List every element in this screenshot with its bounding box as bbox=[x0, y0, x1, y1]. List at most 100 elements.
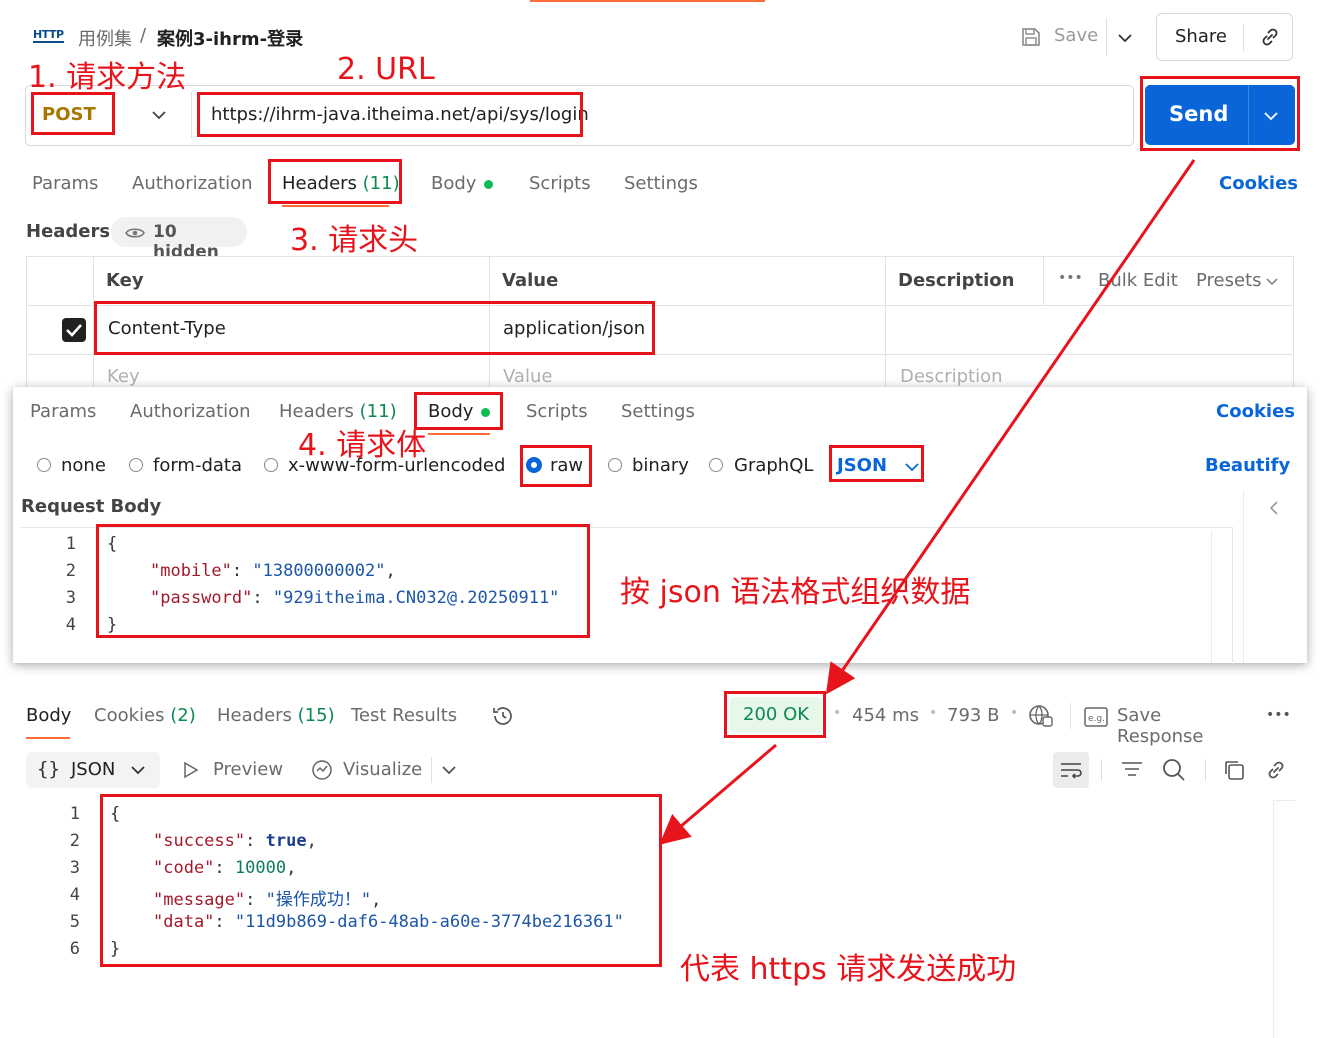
send-label: Send bbox=[1169, 102, 1229, 126]
radio-none-label: none bbox=[61, 455, 106, 476]
active-tab-underline bbox=[282, 205, 389, 207]
resp-tab-test-results[interactable]: Test Results bbox=[351, 705, 457, 726]
response-format-select[interactable]: {} JSON bbox=[26, 752, 160, 788]
request-body-title: Request Body bbox=[21, 496, 162, 517]
chevron-down-icon[interactable] bbox=[1117, 33, 1133, 43]
json-value: "11d9b869-daf6-48ab-a60e-3774be216361" bbox=[234, 912, 624, 932]
line-number: 3 bbox=[65, 588, 76, 608]
chevron-down-icon bbox=[152, 111, 166, 120]
link-icon[interactable] bbox=[1264, 758, 1288, 782]
tab-settings[interactable]: Settings bbox=[624, 173, 698, 194]
wrap-icon bbox=[1061, 763, 1082, 779]
link-icon[interactable] bbox=[1258, 25, 1282, 49]
send-button[interactable]: Send bbox=[1145, 85, 1295, 145]
share-button[interactable]: Share bbox=[1156, 13, 1293, 61]
response-format-label: JSON bbox=[71, 759, 116, 780]
chevron-down-icon bbox=[1266, 278, 1278, 286]
new-value-input[interactable]: Value bbox=[503, 366, 552, 387]
wrap-lines-button[interactable] bbox=[1053, 752, 1089, 788]
tab-body[interactable]: Body bbox=[431, 173, 494, 194]
preview-label: Preview bbox=[213, 759, 284, 780]
save-response-button[interactable]: e.g. Save Response bbox=[1084, 703, 1249, 747]
radio-urlencoded[interactable] bbox=[264, 458, 278, 472]
radio-form-data-label: form-data bbox=[153, 455, 243, 476]
resp-tab-cookies-count: (2) bbox=[170, 705, 196, 726]
tab-headers-label: Headers bbox=[282, 173, 357, 194]
json-value: true bbox=[265, 831, 307, 851]
tab-authorization[interactable]: Authorization bbox=[132, 173, 253, 194]
chevron-down-icon[interactable] bbox=[1263, 111, 1279, 121]
radio-raw[interactable] bbox=[526, 457, 542, 473]
json-key: "password" bbox=[150, 588, 253, 608]
header-value[interactable]: application/json bbox=[503, 318, 645, 339]
active-tab-underline bbox=[428, 433, 490, 435]
search-icon[interactable] bbox=[1161, 757, 1187, 783]
cookies-link[interactable]: Cookies bbox=[1219, 173, 1298, 194]
json-key: "data" bbox=[153, 912, 215, 932]
json-value: "操作成功！" bbox=[265, 890, 372, 910]
method-select[interactable]: POST bbox=[30, 90, 185, 140]
tab-body-2[interactable]: Body bbox=[428, 401, 491, 422]
radio-graphql[interactable] bbox=[709, 458, 723, 472]
chevron-left-icon[interactable] bbox=[1269, 500, 1279, 516]
more-options-icon[interactable]: ••• bbox=[1266, 707, 1291, 723]
top-accent-bar bbox=[530, 0, 765, 2]
tab-headers-2-count: (11) bbox=[359, 401, 397, 422]
line-number: 2 bbox=[69, 831, 80, 851]
copy-icon[interactable] bbox=[1222, 758, 1246, 782]
resp-tab-cookies[interactable]: Cookies (2) bbox=[94, 705, 196, 726]
tab-headers[interactable]: Headers (11) bbox=[282, 173, 400, 194]
save-response-label: Save Response bbox=[1117, 705, 1204, 747]
json-key: "message" bbox=[153, 890, 246, 910]
tab-scripts-2[interactable]: Scripts bbox=[526, 401, 588, 422]
save-label: Save bbox=[1054, 25, 1099, 46]
line-number: 1 bbox=[65, 534, 76, 554]
network-globe-icon[interactable] bbox=[1028, 704, 1054, 728]
radio-form-data[interactable] bbox=[129, 458, 143, 472]
line-number: 6 bbox=[69, 939, 80, 959]
hidden-headers-toggle[interactable]: 10 hidden bbox=[111, 217, 247, 262]
json-line: "success": true, bbox=[153, 831, 317, 851]
json-key: "success" bbox=[153, 831, 246, 851]
filter-icon[interactable] bbox=[1120, 758, 1144, 782]
col-value: Value bbox=[502, 270, 559, 291]
body-indicator-dot bbox=[484, 179, 494, 189]
body-format-select[interactable]: JSON bbox=[837, 453, 921, 479]
more-options-icon[interactable]: ••• bbox=[1058, 270, 1083, 286]
chevron-down-icon[interactable] bbox=[442, 766, 456, 775]
json-key: "code" bbox=[153, 858, 215, 878]
bulk-edit-link[interactable]: Bulk Edit bbox=[1098, 270, 1178, 291]
header-row-checkbox[interactable] bbox=[62, 318, 86, 342]
presets-dropdown[interactable]: Presets bbox=[1196, 270, 1262, 291]
annotation-success-note: 代表 https 请求发送成功 bbox=[680, 952, 1017, 987]
check-icon bbox=[66, 324, 82, 337]
cookies-link-2[interactable]: Cookies bbox=[1216, 401, 1295, 422]
radio-none[interactable] bbox=[37, 458, 51, 472]
tab-headers-2[interactable]: Headers (11) bbox=[279, 401, 397, 422]
resp-tab-body[interactable]: Body bbox=[26, 705, 71, 726]
tab-headers-count: (11) bbox=[362, 173, 400, 194]
url-input[interactable]: https://ihrm-java.itheima.net/api/sys/lo… bbox=[211, 104, 589, 125]
radio-graphql-label: GraphQL bbox=[734, 455, 814, 476]
json-open-brace: { bbox=[107, 534, 118, 554]
json-value: "13800000002" bbox=[252, 561, 386, 581]
beautify-button[interactable]: Beautify bbox=[1205, 455, 1290, 476]
tab-params[interactable]: Params bbox=[32, 173, 98, 194]
json-value: 10000 bbox=[234, 858, 287, 878]
page-title[interactable]: 案例3-ihrm-登录 bbox=[157, 25, 303, 51]
method-label: POST bbox=[42, 104, 96, 125]
header-key[interactable]: Content-Type bbox=[108, 318, 226, 339]
radio-binary[interactable] bbox=[608, 458, 622, 472]
resp-tab-headers[interactable]: Headers (15) bbox=[217, 705, 335, 726]
new-key-input[interactable]: Key bbox=[107, 366, 140, 387]
tab-params-2[interactable]: Params bbox=[30, 401, 96, 422]
history-icon[interactable] bbox=[491, 704, 515, 728]
tab-settings-2[interactable]: Settings bbox=[621, 401, 695, 422]
breadcrumb-collection[interactable]: 用例集 bbox=[78, 25, 132, 51]
preview-button[interactable]: Preview bbox=[183, 757, 293, 783]
visualize-button[interactable]: Visualize bbox=[311, 757, 422, 783]
new-description-input[interactable]: Description bbox=[900, 366, 1003, 387]
tab-scripts[interactable]: Scripts bbox=[529, 173, 591, 194]
line-number: 1 bbox=[69, 804, 80, 824]
tab-authorization-2[interactable]: Authorization bbox=[130, 401, 251, 422]
